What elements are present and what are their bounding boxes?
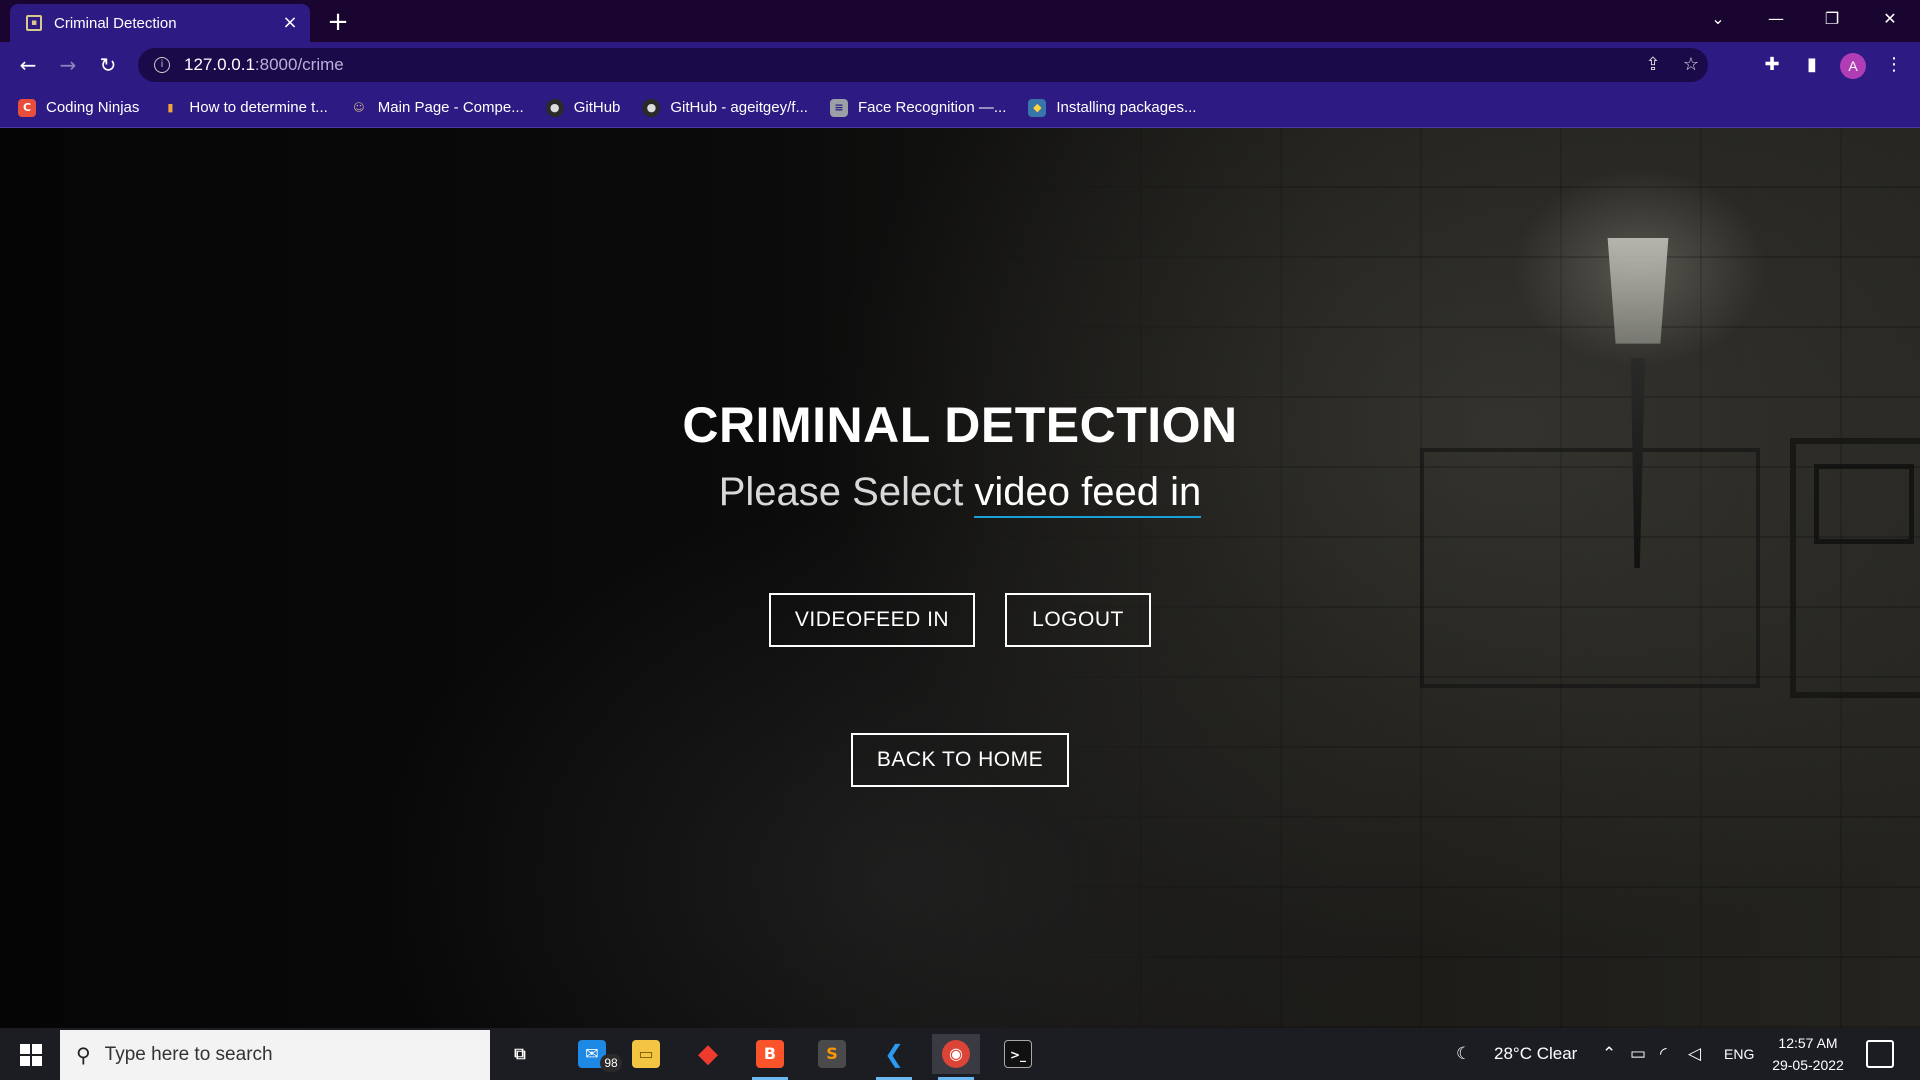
tab-close-icon[interactable]: ×	[280, 13, 300, 33]
taskbar-search-input[interactable]: ⚲ Type here to search	[60, 1030, 490, 1080]
task-view-icon[interactable]: ⧉	[496, 1034, 544, 1074]
analytics-icon: ▮	[167, 100, 174, 114]
coding-ninjas-icon: C	[18, 98, 36, 117]
page-title: CRIMINAL DETECTION	[682, 397, 1238, 453]
brave-browser-icon[interactable]: B	[746, 1034, 794, 1080]
weather-text[interactable]: 28°C Clear	[1494, 1028, 1577, 1080]
github-icon: ●	[642, 98, 661, 117]
logout-button[interactable]: LOGOUT	[1005, 593, 1151, 647]
back-to-home-button[interactable]: BACK TO HOME	[851, 733, 1069, 787]
taskbar-clock[interactable]: 12:57 AM 29-05-2022	[1760, 1032, 1856, 1076]
wifi-icon[interactable]: ◜	[1660, 1028, 1667, 1080]
bookmark-item[interactable]: ● GitHub - ageitgey/f...	[642, 98, 808, 117]
windows-taskbar: ⚲ Type here to search ⧉ ✉ 98 ▭ ◆ B S ❮ ◉…	[0, 1028, 1920, 1080]
page-viewport: CRIMINAL DETECTION Please Select video f…	[0, 128, 1920, 1028]
chrome-icon[interactable]: ◉	[932, 1034, 980, 1080]
browser-toolbar: ← → ↻ i 127.0.0.1:8000/crime ⇪ ☆ ✚ ▮ ⋮	[0, 42, 1920, 88]
volume-icon[interactable]: ◁	[1688, 1028, 1701, 1080]
sublime-text-icon[interactable]: S	[808, 1034, 856, 1074]
python-icon: ◆	[1028, 98, 1047, 117]
vscode-icon[interactable]: ❮	[870, 1034, 918, 1080]
hero-section: CRIMINAL DETECTION Please Select video f…	[0, 128, 1920, 1028]
videofeed-in-button[interactable]: VIDEOFEED IN	[769, 593, 975, 647]
profile-avatar[interactable]: A	[1840, 53, 1866, 79]
language-indicator[interactable]: ENG	[1724, 1028, 1754, 1080]
extensions-icon[interactable]: ✚	[1756, 49, 1788, 81]
bookmark-item[interactable]: ≡ Face Recognition —...	[829, 98, 1007, 117]
github-icon: ●	[545, 98, 564, 117]
wiki-icon: ☺	[353, 100, 365, 114]
clock-date: 29-05-2022	[1772, 1057, 1844, 1073]
doc-icon: ≡	[829, 98, 848, 117]
subtitle-prefix: Please Select	[718, 470, 975, 514]
battery-icon[interactable]: ▭	[1630, 1028, 1646, 1080]
show-hidden-icons-icon[interactable]: ⌃	[1602, 1028, 1616, 1080]
terminal-icon[interactable]: >_	[994, 1034, 1042, 1074]
bookmark-item[interactable]: ☺ Main Page - Compe...	[350, 99, 524, 117]
anydesk-icon[interactable]: ◆	[684, 1034, 732, 1074]
weather-moon-icon[interactable]: ☾	[1456, 1028, 1471, 1080]
bookmark-label: GitHub - ageitgey/f...	[670, 99, 808, 116]
back-button[interactable]: ←	[12, 49, 44, 81]
url-host: 127.0.0.1	[184, 55, 255, 74]
windows-start-icon[interactable]	[8, 1038, 52, 1070]
bookmark-star-icon[interactable]: ☆	[1676, 48, 1706, 82]
restore-button[interactable]: ❐	[1808, 0, 1856, 38]
bookmark-label: Face Recognition —...	[857, 99, 1007, 116]
reload-button[interactable]: ↻	[92, 49, 124, 81]
subtitle-typed-text: video feed in	[974, 470, 1202, 518]
tab-search-icon[interactable]: ⌄	[1694, 0, 1742, 38]
bookmark-item[interactable]: ◆ Installing packages...	[1028, 98, 1197, 117]
file-explorer-icon[interactable]: ▭	[622, 1034, 670, 1074]
site-favicon-icon: ▪	[26, 15, 42, 31]
browser-tab[interactable]: ▪ Criminal Detection ×	[10, 4, 310, 42]
minimize-button[interactable]: —	[1752, 0, 1800, 38]
tab-title: Criminal Detection	[54, 14, 177, 32]
close-window-button[interactable]: ✕	[1866, 0, 1914, 38]
share-icon[interactable]: ⇪	[1638, 48, 1668, 82]
bookmarks-bar: C Coding Ninjas ▮ How to determine t... …	[0, 88, 1920, 128]
page-subtitle: Please Select video feed in	[0, 470, 1920, 518]
site-info-icon[interactable]: i	[154, 57, 170, 73]
bookmark-label: GitHub	[573, 99, 621, 116]
bookmark-label: Coding Ninjas	[46, 99, 140, 116]
bookmark-label: Installing packages...	[1056, 99, 1197, 116]
tab-strip: ▪ Criminal Detection × + ⌄ — ❐ ✕	[0, 0, 1920, 42]
mail-badge: 98	[600, 1054, 622, 1072]
url-path: :8000/crime	[254, 55, 344, 74]
search-icon: ⚲	[76, 1043, 91, 1067]
bookmark-item[interactable]: ● GitHub	[545, 98, 621, 117]
bookmark-item[interactable]: C Coding Ninjas	[18, 98, 140, 117]
bookmark-label: Main Page - Compe...	[377, 99, 524, 116]
menu-icon[interactable]: ⋮	[1878, 49, 1910, 81]
side-panel-icon[interactable]: ▮	[1796, 49, 1828, 81]
notification-center-icon[interactable]	[1866, 1040, 1894, 1068]
bookmark-label: How to determine t...	[189, 99, 328, 116]
search-placeholder: Type here to search	[104, 1044, 273, 1065]
bookmark-item[interactable]: ▮ How to determine t...	[161, 99, 327, 117]
forward-button[interactable]: →	[52, 49, 84, 81]
new-tab-button[interactable]: +	[324, 8, 352, 36]
address-bar[interactable]: i 127.0.0.1:8000/crime ⇪ ☆	[138, 48, 1708, 82]
clock-time: 12:57 AM	[1778, 1035, 1838, 1051]
